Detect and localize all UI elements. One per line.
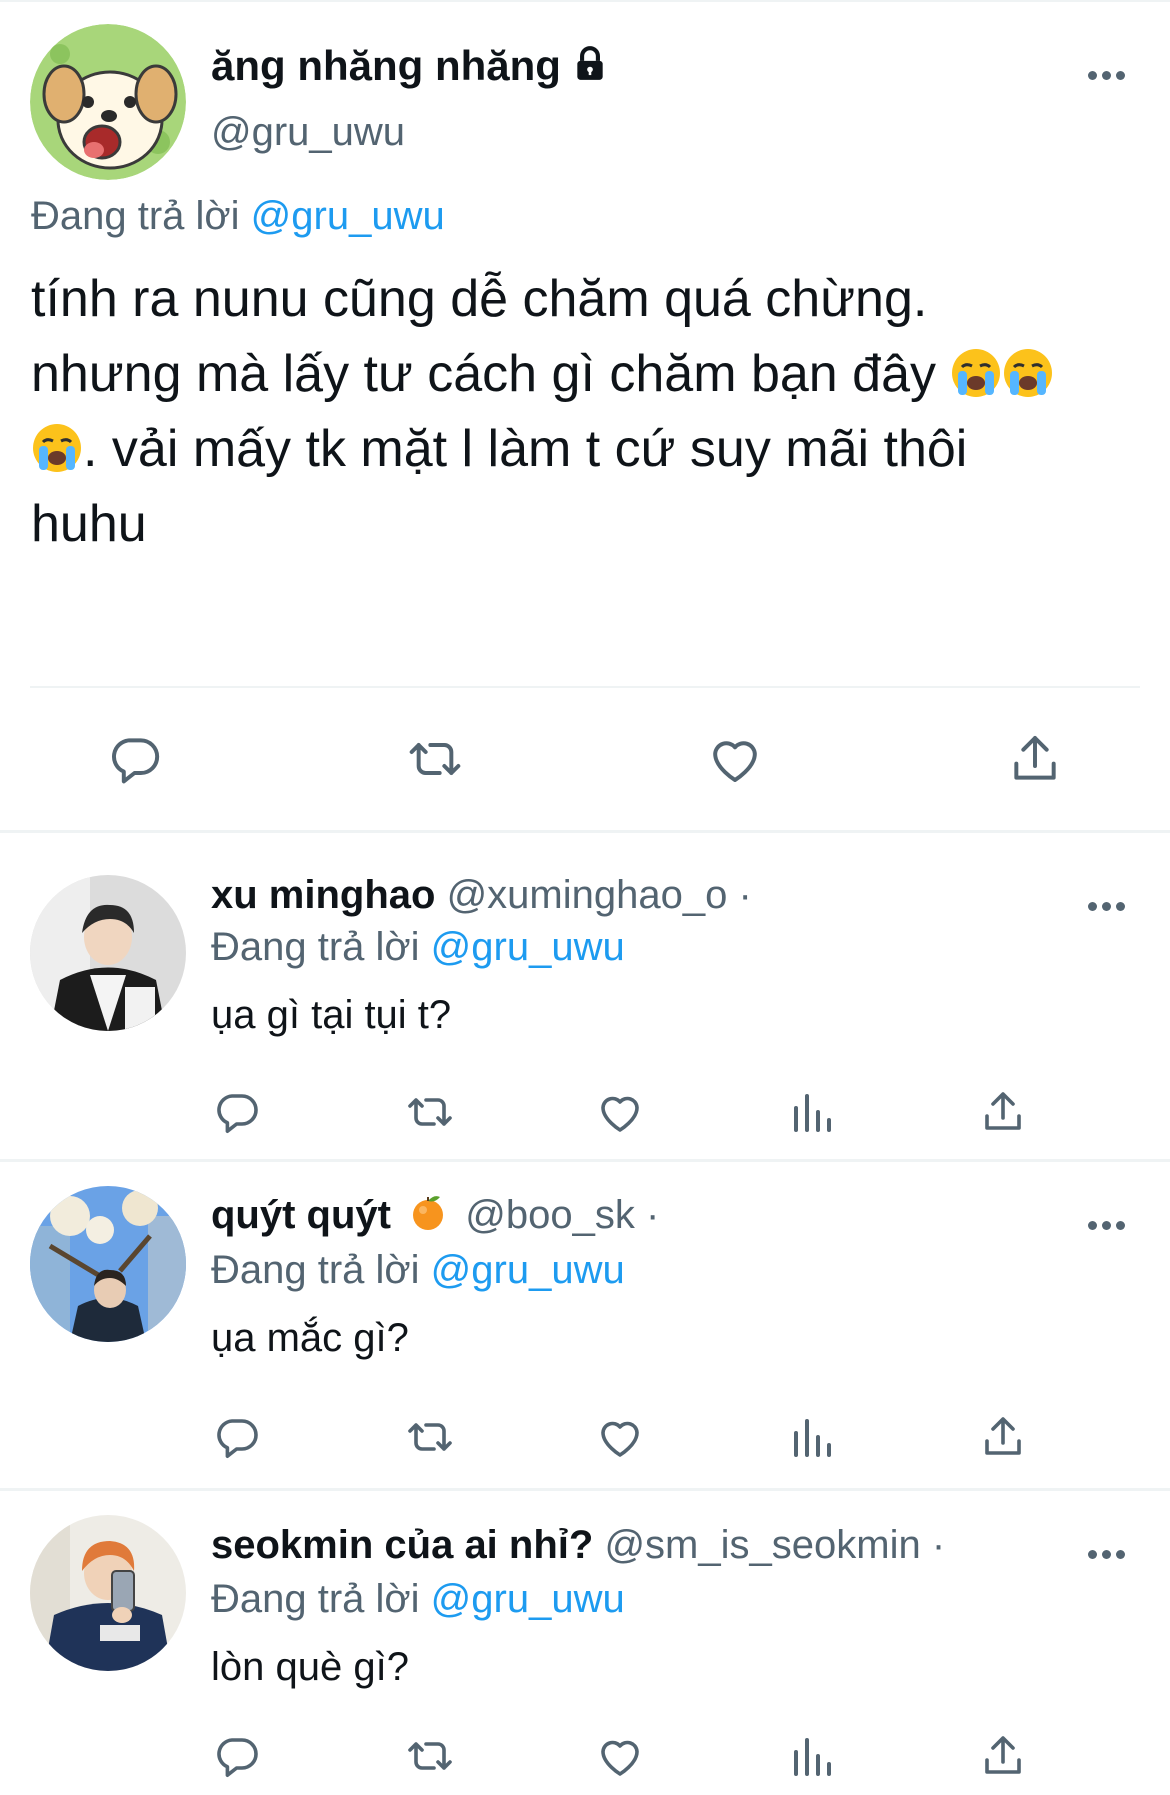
avatar[interactable]	[30, 1186, 186, 1342]
replying-label: Đang trả lời	[211, 1248, 420, 1292]
share-button[interactable]	[975, 1731, 1031, 1785]
replying-mention-link[interactable]: @gru_uwu	[251, 194, 445, 238]
replying-to: Đang trả lời @gru_uwu	[31, 194, 445, 239]
more-icon[interactable]	[1083, 899, 1133, 913]
avatar-puppy[interactable]	[30, 24, 186, 180]
reply-button[interactable]	[209, 1412, 265, 1466]
replying-mention-link[interactable]: @gru_uwu	[431, 1577, 625, 1621]
display-name[interactable]: ăng nhăng nhăng	[211, 42, 609, 93]
more-icon[interactable]	[1083, 1547, 1133, 1561]
reply-icon	[105, 731, 165, 792]
retweet-icon	[402, 1413, 458, 1466]
handle[interactable]: @boo_sk	[465, 1193, 635, 1237]
like-button[interactable]	[592, 1087, 648, 1141]
replying-mention-link[interactable]: @gru_uwu	[431, 1248, 625, 1292]
display-name-text[interactable]: ăng nhăng nhăng	[211, 42, 561, 89]
more-icon[interactable]	[1083, 68, 1133, 82]
analytics-button[interactable]	[784, 1731, 840, 1785]
retweet-icon	[402, 1088, 458, 1141]
analytics-icon	[788, 1732, 836, 1785]
display-name[interactable]: quýt quýt	[211, 1193, 391, 1237]
reply-icon	[212, 1732, 262, 1785]
analytics-button[interactable]	[784, 1412, 840, 1466]
tweet-text-line-1: tính ra nunu cũng dễ chăm quá chừng.	[31, 270, 928, 328]
reply-button[interactable]	[209, 1087, 265, 1141]
handle[interactable]: @xuminghao_o	[447, 873, 728, 917]
like-button[interactable]	[592, 1731, 648, 1785]
loudly-crying-face-emoji	[1002, 345, 1054, 397]
reply-header: quýt quýt @boo_sk ·	[211, 1192, 659, 1242]
display-name[interactable]: xu minghao	[211, 873, 435, 917]
main-tweet: ăng nhăng nhăng @gru_uwu Đang trả lời @g…	[0, 0, 1170, 832]
separator-dot: ·	[931, 1523, 946, 1567]
lock-icon	[571, 45, 609, 93]
share-button[interactable]	[975, 1087, 1031, 1141]
reply-tweet[interactable]: xu minghao @xuminghao_o · Đang trả lời @…	[0, 833, 1170, 1159]
reply-text: ụa mắc gì?	[211, 1316, 409, 1360]
analytics-icon	[788, 1413, 836, 1466]
share-button[interactable]	[1000, 730, 1070, 792]
retweet-button[interactable]	[399, 1731, 461, 1785]
handle[interactable]: @gru_uwu	[211, 110, 405, 155]
retweet-button[interactable]	[400, 730, 470, 792]
loudly-crying-face-emoji	[31, 420, 83, 472]
reply-text: lòn què gì?	[211, 1645, 409, 1689]
retweet-button[interactable]	[399, 1087, 461, 1141]
share-icon	[1005, 731, 1065, 792]
tweet-text-line-3: . vải mấy tk mặt l làm t cứ suy mãi thôi	[83, 420, 968, 478]
like-icon	[595, 1732, 645, 1785]
tangerine-emoji	[408, 1192, 448, 1242]
replying-label: Đang trả lời	[211, 925, 420, 969]
replying-label: Đang trả lời	[211, 1577, 420, 1621]
handle[interactable]: @sm_is_seokmin	[604, 1523, 920, 1567]
avatar[interactable]	[30, 875, 186, 1031]
like-button[interactable]	[592, 1412, 648, 1466]
analytics-icon	[788, 1088, 836, 1141]
separator-dot: ·	[738, 873, 752, 917]
reply-tweet[interactable]: seokmin của ai nhỉ? @sm_is_seokmin · Đan…	[0, 1491, 1170, 1795]
share-icon	[979, 1413, 1027, 1466]
like-icon	[595, 1413, 645, 1466]
avatar[interactable]	[30, 1515, 186, 1671]
reply-button[interactable]	[209, 1731, 265, 1785]
loudly-crying-face-emoji	[950, 345, 1002, 397]
like-icon	[705, 731, 765, 792]
like-button[interactable]	[700, 730, 770, 792]
display-name[interactable]: seokmin của ai nhỉ?	[211, 1523, 593, 1567]
reply-header: xu minghao @xuminghao_o ·	[211, 873, 752, 918]
share-icon	[979, 1088, 1027, 1141]
analytics-button[interactable]	[784, 1087, 840, 1141]
retweet-icon	[402, 731, 468, 792]
tweet-text-line-2: nhưng mà lấy tư cách gì chăm bạn đây	[31, 345, 936, 403]
replying-to: Đang trả lời @gru_uwu	[211, 1577, 625, 1622]
share-icon	[979, 1732, 1027, 1785]
more-icon[interactable]	[1083, 1218, 1133, 1232]
share-button[interactable]	[975, 1412, 1031, 1466]
reply-header: seokmin của ai nhỉ? @sm_is_seokmin ·	[211, 1523, 945, 1568]
retweet-button[interactable]	[399, 1412, 461, 1466]
replying-label: Đang trả lời	[31, 194, 240, 238]
reply-button[interactable]	[100, 730, 170, 792]
replying-to: Đang trả lời @gru_uwu	[211, 925, 625, 970]
tweet-text-line-4: huhu	[31, 495, 147, 553]
reply-icon	[212, 1413, 262, 1466]
reply-icon	[212, 1088, 262, 1141]
replying-mention-link[interactable]: @gru_uwu	[431, 925, 625, 969]
separator-dot: ·	[645, 1193, 660, 1237]
reply-text: ụa gì tại tụi t?	[211, 993, 452, 1037]
replying-to: Đang trả lời @gru_uwu	[211, 1248, 625, 1293]
divider	[30, 686, 1140, 688]
reply-tweet[interactable]: quýt quýt @boo_sk · Đang trả lời @gru_uw…	[0, 1162, 1170, 1488]
tweet-text: tính ra nunu cũng dễ chăm quá chừng. như…	[31, 262, 1143, 562]
retweet-icon	[402, 1732, 458, 1785]
like-icon	[595, 1088, 645, 1141]
